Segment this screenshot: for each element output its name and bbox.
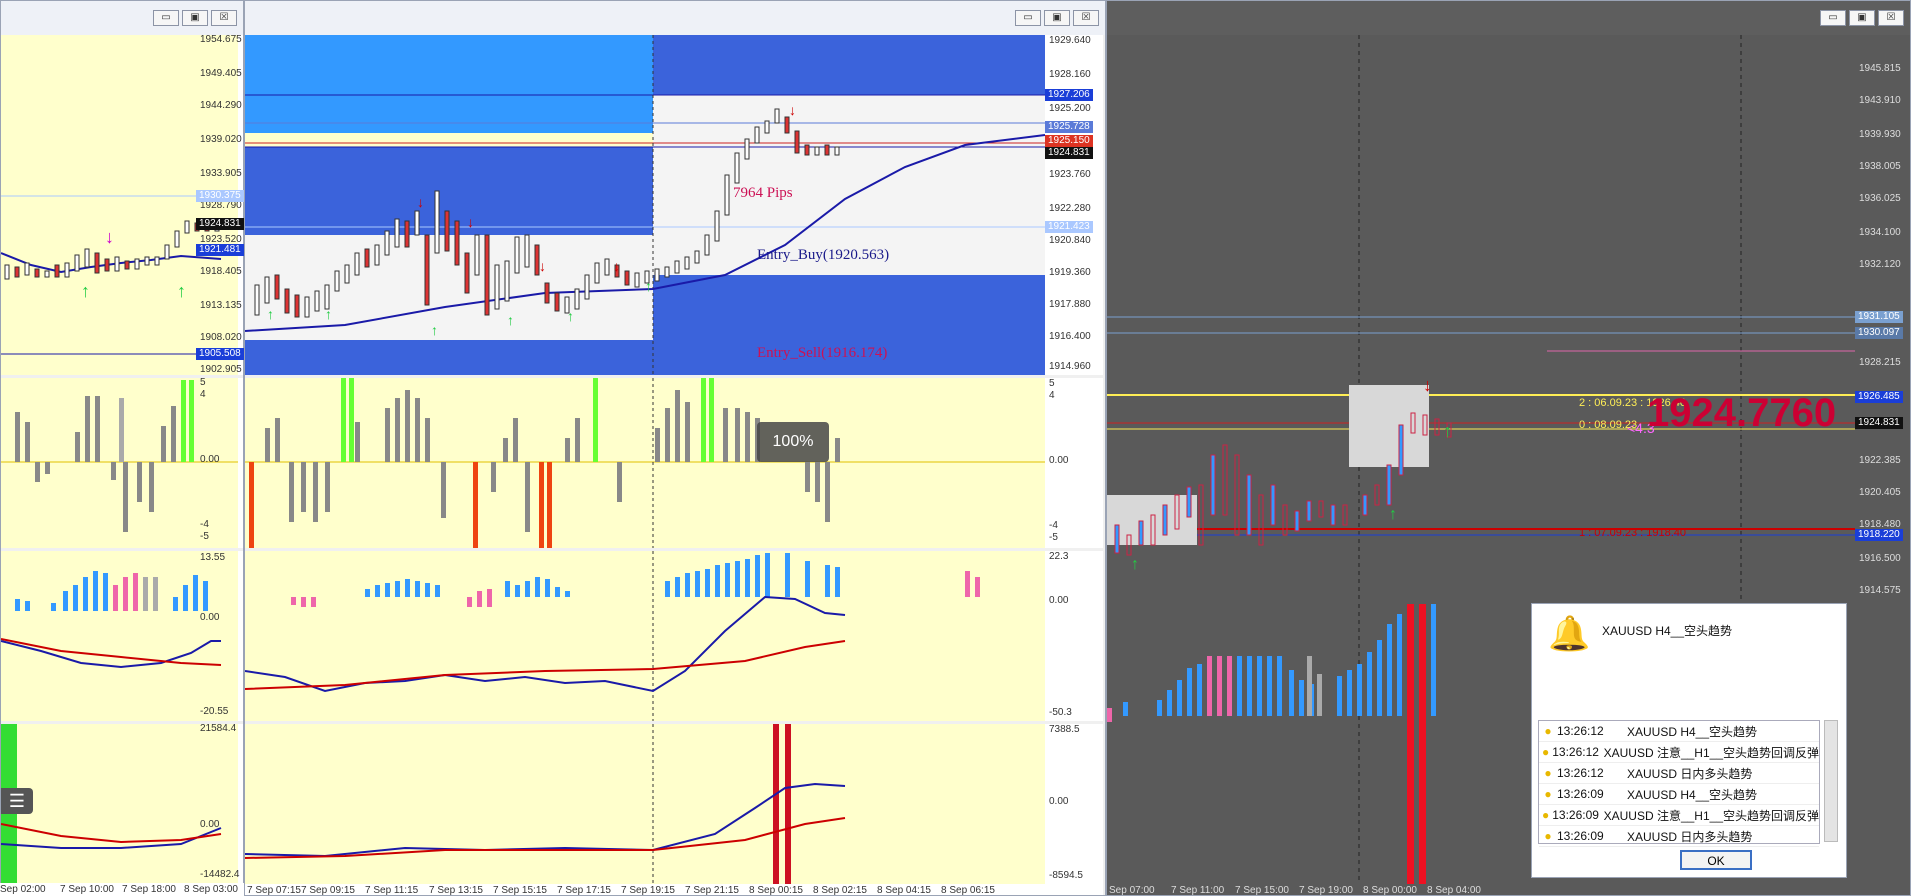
right-up-arrow-icon: ↑ (1443, 421, 1452, 441)
right-line-label-0: 0 : 08.09.23 (1579, 419, 1638, 431)
middle-osc2-pane[interactable] (245, 551, 1045, 721)
right-down-arrow-icon: ↓ (1423, 375, 1432, 395)
middle-price-chart: ↑ ↑ ↑ ↑ ↑ ↑ ↓ ↓ ↓ ↓ ↓ (245, 35, 1045, 375)
ok-button[interactable]: OK (1680, 850, 1752, 870)
left-osc2-axis-labels: 13.55 0.00 -20.55 (200, 552, 229, 717)
left-down-arrow-icon: ↓ (105, 227, 114, 247)
right-up-arrow-icon: ↑ (1389, 506, 1397, 523)
list-item[interactable]: ● 13:26:12 XAUUSD 日内多头趋势 (1539, 763, 1819, 784)
pips-label: 7964 Pips (733, 185, 793, 201)
list-item[interactable]: ● 13:26:09 XAUUSD H4__空头趋势 (1539, 784, 1819, 805)
right-chart-window[interactable]: ▭ ▣ ☒ <4.3 ↑ ↑ ↑ ↓ 2: 06.09.23: 1926.4… (1106, 0, 1911, 896)
middle-chart-window[interactable]: ▭ ▣ ☒ ↑ ↑ ↑ ↑ ↑ ↑ ↓ ↓ ↓ ↓ ↓ 7964 Pips En… (244, 0, 1106, 896)
middle-window-titlebar[interactable]: ▭ ▣ ☒ (245, 1, 1105, 35)
alert-bell-icon: ● (1541, 745, 1550, 759)
restore-icon[interactable]: ▣ (1044, 10, 1070, 26)
middle-osc2-axis: 22.3 0.00 -50.3 (1045, 551, 1103, 721)
mid-down-arrow-icon: ↓ (539, 258, 546, 274)
left-up-arrow-icon: ↑ (81, 281, 90, 301)
middle-osc1-axis: 5 4 0.00 -4 -5 (1045, 378, 1103, 548)
current-price-tag: 1924.831 (196, 218, 244, 230)
list-item[interactable]: ● 13:26:09 XAUUSD 注意__H1__空头趋势回调反弹 (1539, 805, 1819, 826)
mid-up-arrow-icon: ↑ (267, 306, 274, 322)
mid-down-arrow-icon: ↓ (417, 194, 424, 210)
mid-down-arrow-icon: ↓ (467, 214, 474, 230)
mid-up-arrow-icon: ↑ (645, 278, 652, 294)
bell-icon: 🔔 (1548, 615, 1591, 653)
price-tag: 1926.485 (1855, 391, 1903, 403)
close-icon[interactable]: ☒ (1073, 10, 1099, 26)
right-time-axis: Sep 07:00 7 Sep 11:00 7 Sep 15:00 7 Sep … (1107, 884, 1910, 895)
current-price-tag: 1924.831 (1855, 417, 1903, 429)
price-tag: 1931.105 (1855, 311, 1903, 323)
menu-icon[interactable]: ☰ (1, 788, 33, 814)
right-window-titlebar[interactable]: ▭ ▣ ☒ (1107, 1, 1910, 35)
price-tag: 1930.375 (196, 190, 244, 202)
middle-osc3-pane[interactable] (245, 724, 1045, 884)
alert-title: XAUUSD H4__空头趋势 (1602, 624, 1733, 638)
middle-time-axis: 7 Sep 07:15 7 Sep 09:15 7 Sep 11:15 7 Se… (245, 884, 1103, 895)
price-tag: 1918.220 (1855, 529, 1903, 541)
middle-osc1-chart (245, 378, 1045, 548)
left-osc3-axis-labels: 21584.4 0.00 -14482.4 (200, 723, 240, 880)
mid-up-arrow-icon: ↑ (507, 312, 514, 328)
price-tag: 1921.423 (1045, 221, 1093, 233)
alert-dialog[interactable]: 🔔 XAUUSD H4__空头趋势 ● 13:26:12 XAUUSD H4__空头… (1531, 603, 1847, 878)
price-tag: 1930.097 (1855, 327, 1903, 339)
middle-osc2-chart (245, 551, 980, 721)
restore-icon[interactable]: ▣ (1849, 10, 1875, 26)
alert-bell-icon: ● (1544, 829, 1552, 843)
mid-up-arrow-icon: ↑ (431, 322, 438, 338)
mid-up-arrow-icon: ↑ (325, 306, 332, 322)
close-icon[interactable]: ☒ (211, 10, 237, 26)
list-item[interactable]: ● 13:26:09 XAUUSD 日内多头趋势 (1539, 826, 1819, 847)
middle-osc3-chart (245, 724, 846, 884)
zoom-badge: 100% (757, 422, 829, 462)
alert-bell-icon: ● (1544, 787, 1552, 801)
minimize-icon[interactable]: ▭ (153, 10, 179, 26)
left-time-axis: Sep 02:00 7 Sep 10:00 7 Sep 18:00 8 Sep … (0, 883, 244, 896)
right-price-axis: 1945.815 1943.910 1939.930 1938.005 1936… (1855, 35, 1910, 601)
left-up-arrow-icon: ↑ (177, 281, 186, 301)
close-icon[interactable]: ☒ (1878, 10, 1904, 26)
list-item[interactable]: ● 13:26:12 XAUUSD 注意__H1__空头趋势回调反弹 (1539, 742, 1819, 763)
minimize-icon[interactable]: ▭ (1820, 10, 1846, 26)
middle-price-pane[interactable]: ↑ ↑ ↑ ↑ ↑ ↑ ↓ ↓ ↓ ↓ ↓ 7964 Pips Entry_Bu… (245, 35, 1045, 375)
alert-scrollbar[interactable] (1824, 720, 1838, 842)
right-up-arrow-icon: ↑ (1131, 556, 1139, 573)
left-window-titlebar[interactable]: ▭ ▣ ☒ (1, 1, 243, 35)
restore-icon[interactable]: ▣ (182, 10, 208, 26)
alert-bell-icon: ● (1544, 724, 1552, 738)
price-tag: 1927.206 (1045, 89, 1093, 101)
right-osc-axis (1855, 604, 1910, 884)
mid-down-arrow-icon: ↓ (789, 102, 796, 118)
alert-log-list[interactable]: ● 13:26:12 XAUUSD H4__空头趋势 ● 13:26:12 XAUUSD… (1538, 720, 1820, 847)
minimize-icon[interactable]: ▭ (1015, 10, 1041, 26)
price-tag: 1925.150 (1045, 135, 1093, 147)
list-item[interactable]: ● 13:26:12 XAUUSD H4__空头趋势 (1539, 721, 1819, 742)
price-tag: 1905.508 (196, 348, 244, 360)
middle-osc1-pane[interactable]: 100% (245, 378, 1045, 548)
alert-bell-icon: ● (1541, 808, 1550, 822)
mid-up-arrow-icon: ↑ (567, 308, 574, 324)
left-osc1-axis-labels: 5 4 0.00 -4 -5 (200, 377, 220, 542)
right-line-label-1: 1 : 07.09.23 : 1918.40 (1579, 527, 1687, 539)
entry-buy-label: Entry_Buy(1920.563) (757, 247, 890, 263)
middle-osc3-axis: 7388.5 0.00 -8594.5 (1045, 724, 1103, 884)
right-price-chart: <4.3 ↑ ↑ ↑ ↓ (1107, 35, 1855, 601)
price-tag: 1921.481 (196, 244, 244, 256)
entry-sell-label: Entry_Sell(1916.174) (757, 345, 888, 361)
alert-bell-icon: ● (1544, 766, 1552, 780)
mid-down-arrow-icon: ↓ (613, 258, 620, 274)
left-price-axis-labels: 1954.675 1949.405 1944.290 1939.020 1933… (196, 34, 244, 375)
big-price-label: 1924.7760 (1647, 391, 1837, 435)
price-tag: 1925.728 (1045, 121, 1093, 133)
right-price-pane[interactable]: <4.3 ↑ ↑ ↑ ↓ 2 : 06.09.23 : 1926.40 0 : … (1107, 35, 1855, 601)
middle-price-axis: 1929.640 1928.160 1925.200 1923.760 1922… (1045, 35, 1103, 375)
current-price-tag: 1924.831 (1045, 147, 1093, 159)
